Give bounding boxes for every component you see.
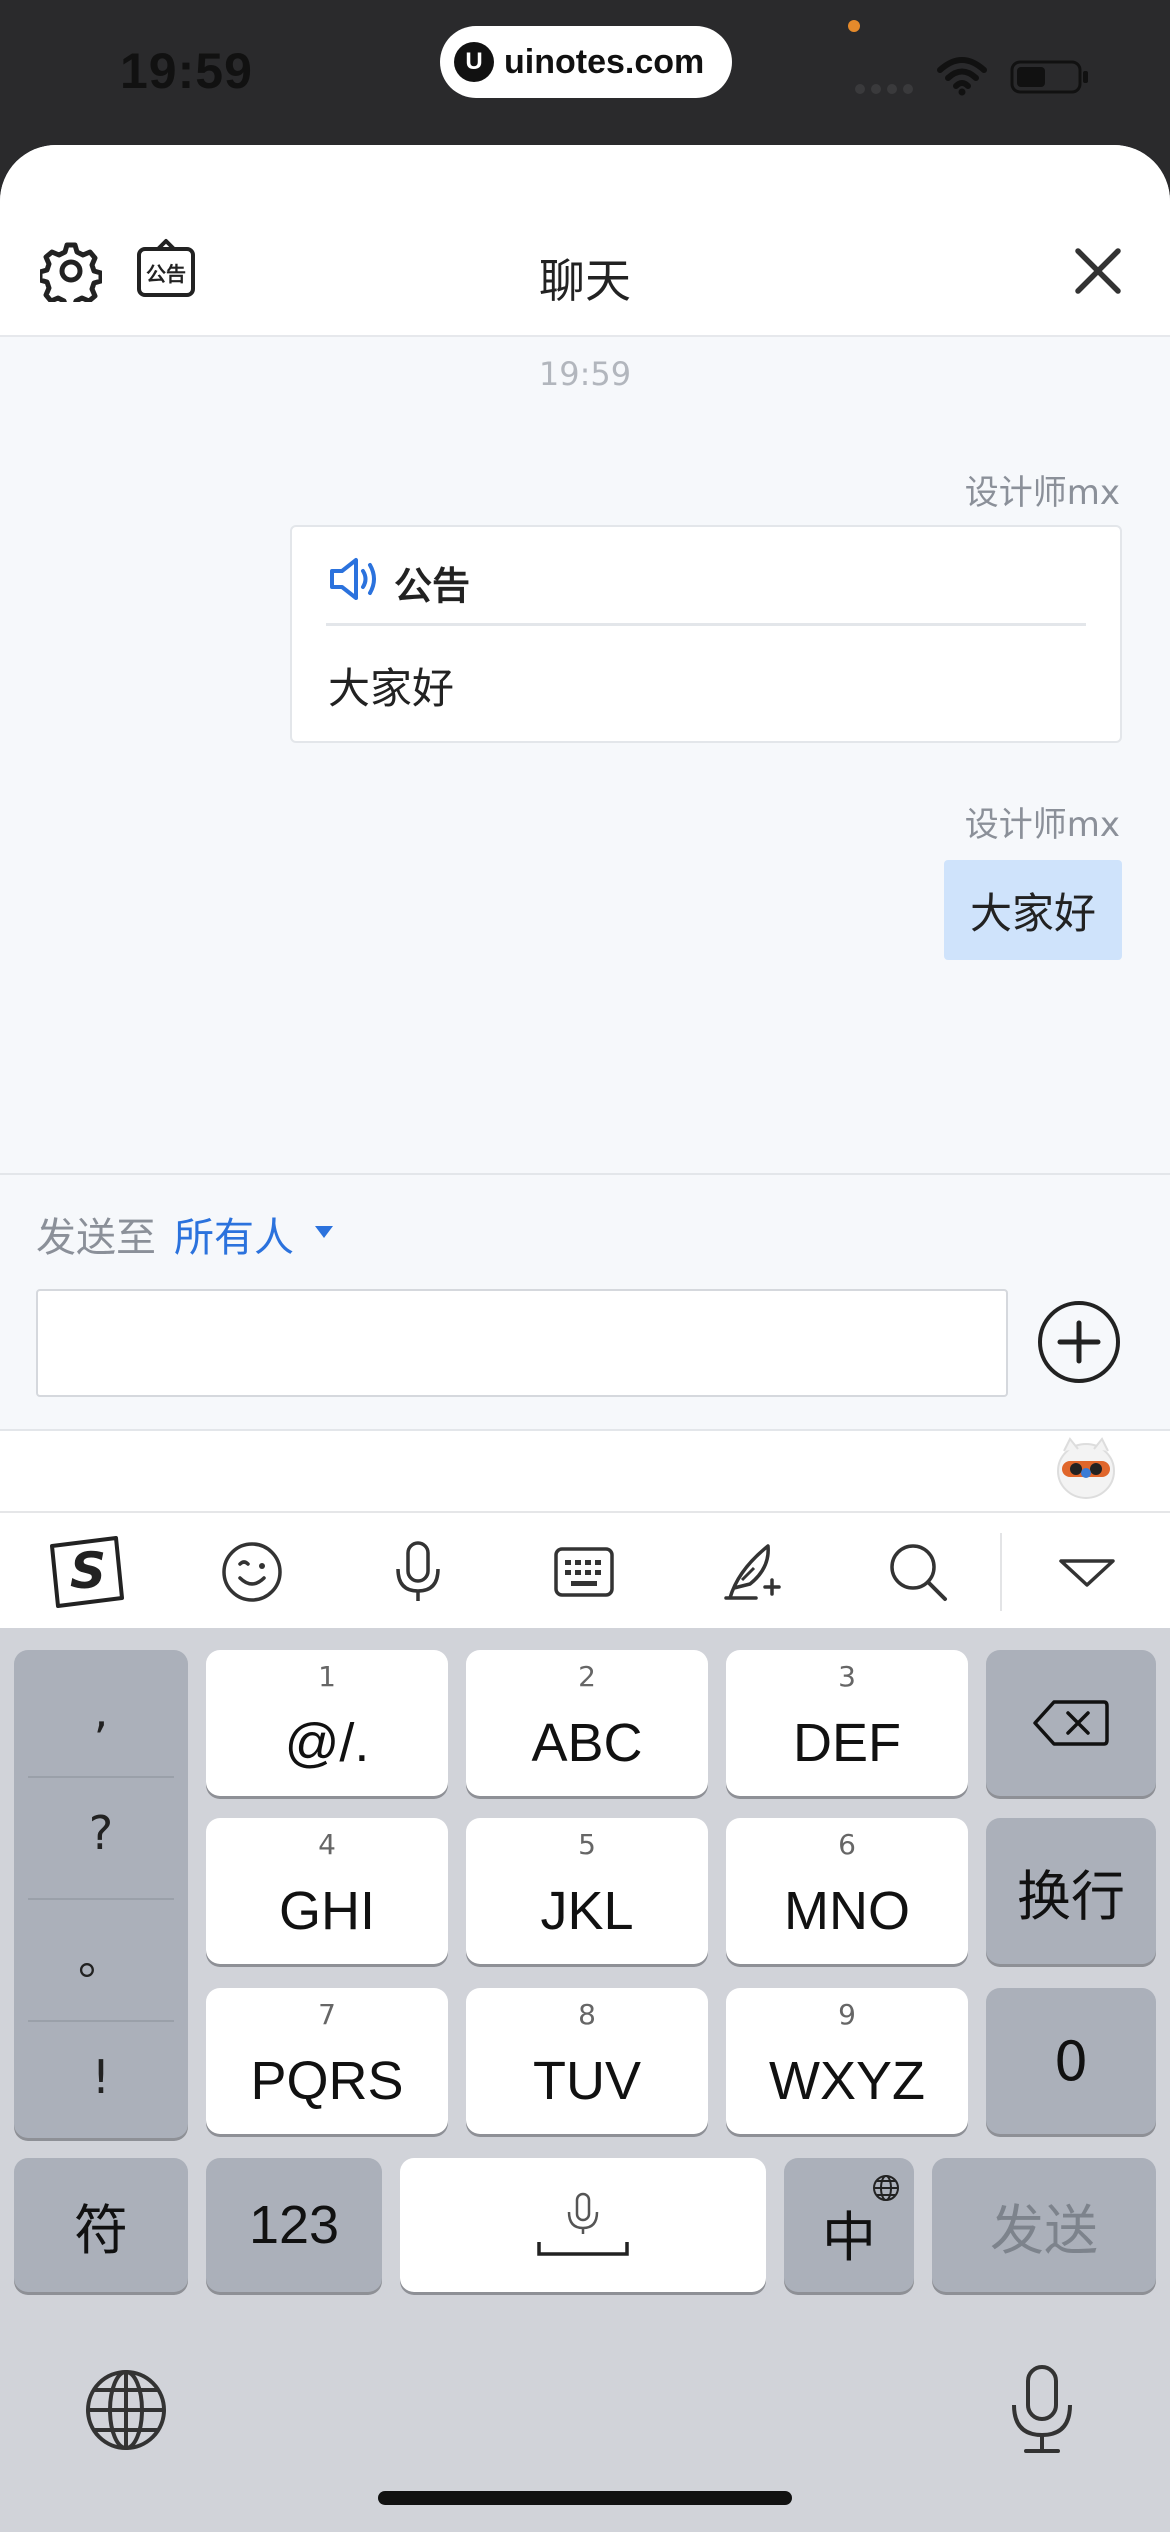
battery-icon xyxy=(1010,60,1088,94)
cellular-signal-icon xyxy=(855,84,913,94)
message-sender: 设计师mx xyxy=(964,473,1120,513)
key-8[interactable]: 8 TUV xyxy=(466,1988,708,2134)
status-time: 19:59 xyxy=(120,43,253,99)
speaker-icon xyxy=(330,558,376,600)
key-3[interactable]: 3 DEF xyxy=(726,1650,968,1796)
keyboard: , ? 。 ! 1 @/. 2 ABC 3 DEF 4 GHI 5 JKL 6 MNO 换行… xyxy=(0,1628,1170,2532)
keyboard-toolbar: S xyxy=(0,1511,1170,1628)
plus-icon[interactable] xyxy=(1036,1299,1122,1385)
microphone-icon[interactable] xyxy=(378,1513,458,1630)
sogou-logo-icon[interactable]: S xyxy=(36,1513,132,1630)
key-5[interactable]: 5 JKL xyxy=(466,1818,708,1964)
privacy-indicator-icon xyxy=(848,20,860,32)
keyboard-icon[interactable] xyxy=(544,1513,624,1630)
key-7[interactable]: 7 PQRS xyxy=(206,1988,448,2134)
punct-key-comma[interactable]: , xyxy=(24,1650,178,1772)
punct-key-exclamation[interactable]: ! xyxy=(24,2016,178,2138)
message-timestamp: 19:59 xyxy=(538,355,632,393)
punctuation-column[interactable]: , ? 。 ! xyxy=(14,1650,188,2138)
mascot-icon[interactable] xyxy=(1054,1435,1118,1501)
send-to-label: 发送至 xyxy=(36,1215,156,1261)
url-pill: U uinotes.com xyxy=(440,26,732,98)
punct-key-question[interactable]: ? xyxy=(24,1772,178,1894)
dropdown-caret-icon[interactable] xyxy=(314,1225,334,1239)
page-title: 聊天 xyxy=(539,254,631,308)
chat-sheet: 公告 聊天 19:59 设计师mx 公告 大家好 设计师mx 大家好 发送至 所… xyxy=(0,145,1170,1511)
search-icon[interactable] xyxy=(878,1513,958,1630)
space-microphone-icon xyxy=(537,2192,629,2256)
key-2[interactable]: 2 ABC xyxy=(466,1650,708,1796)
backspace-icon xyxy=(1033,1700,1109,1746)
collapse-icon[interactable] xyxy=(1046,1513,1128,1630)
message-input[interactable] xyxy=(36,1289,1008,1397)
url-text: uinotes.com xyxy=(504,42,705,81)
composer: 发送至 所有人 xyxy=(0,1173,1170,1511)
send-button[interactable]: 发送 xyxy=(932,2158,1156,2292)
handwriting-icon[interactable] xyxy=(712,1513,792,1630)
sogou-logo-letter: S xyxy=(70,1542,106,1600)
globe-icon[interactable] xyxy=(84,2368,168,2452)
key-4[interactable]: 4 GHI xyxy=(206,1818,448,1964)
punct-key-period[interactable]: 。 xyxy=(24,1894,178,2016)
key-6[interactable]: 6 MNO xyxy=(726,1818,968,1964)
send-to-target[interactable]: 所有人 xyxy=(174,1205,294,1263)
notice-message-card[interactable]: 公告 大家好 xyxy=(290,525,1122,743)
key-9[interactable]: 9 WXYZ xyxy=(726,1988,968,2134)
sheet-header: 公告 聊天 xyxy=(0,145,1170,337)
close-icon[interactable] xyxy=(1072,245,1124,297)
newline-button[interactable]: 换行 xyxy=(986,1818,1156,1964)
chat-bubble[interactable]: 大家好 xyxy=(943,860,1122,960)
key-0[interactable]: 0 xyxy=(986,1988,1156,2134)
notice-divider xyxy=(326,623,1086,626)
status-bar: 19:59 U uinotes.com xyxy=(0,0,1170,145)
notice-body: 大家好 xyxy=(328,664,455,713)
emoji-icon[interactable] xyxy=(212,1513,292,1630)
backspace-button[interactable] xyxy=(986,1650,1156,1796)
key-1[interactable]: 1 @/. xyxy=(206,1650,448,1796)
notice-label: 公告 xyxy=(394,564,471,608)
language-switch-button[interactable]: 中 xyxy=(784,2158,914,2292)
symbols-button[interactable]: 符 xyxy=(14,2158,188,2292)
site-logo-icon: U xyxy=(454,42,494,82)
input-bottom-strip xyxy=(0,1429,1170,1511)
space-button[interactable] xyxy=(400,2158,766,2292)
message-sender: 设计师mx xyxy=(964,805,1120,845)
toolbar-divider xyxy=(1000,1533,1002,1611)
home-indicator xyxy=(378,2491,792,2505)
numbers-button[interactable]: 123 xyxy=(206,2158,382,2292)
dictation-icon[interactable] xyxy=(1008,2363,1076,2455)
wifi-icon xyxy=(937,57,987,96)
small-globe-icon xyxy=(873,2175,899,2201)
